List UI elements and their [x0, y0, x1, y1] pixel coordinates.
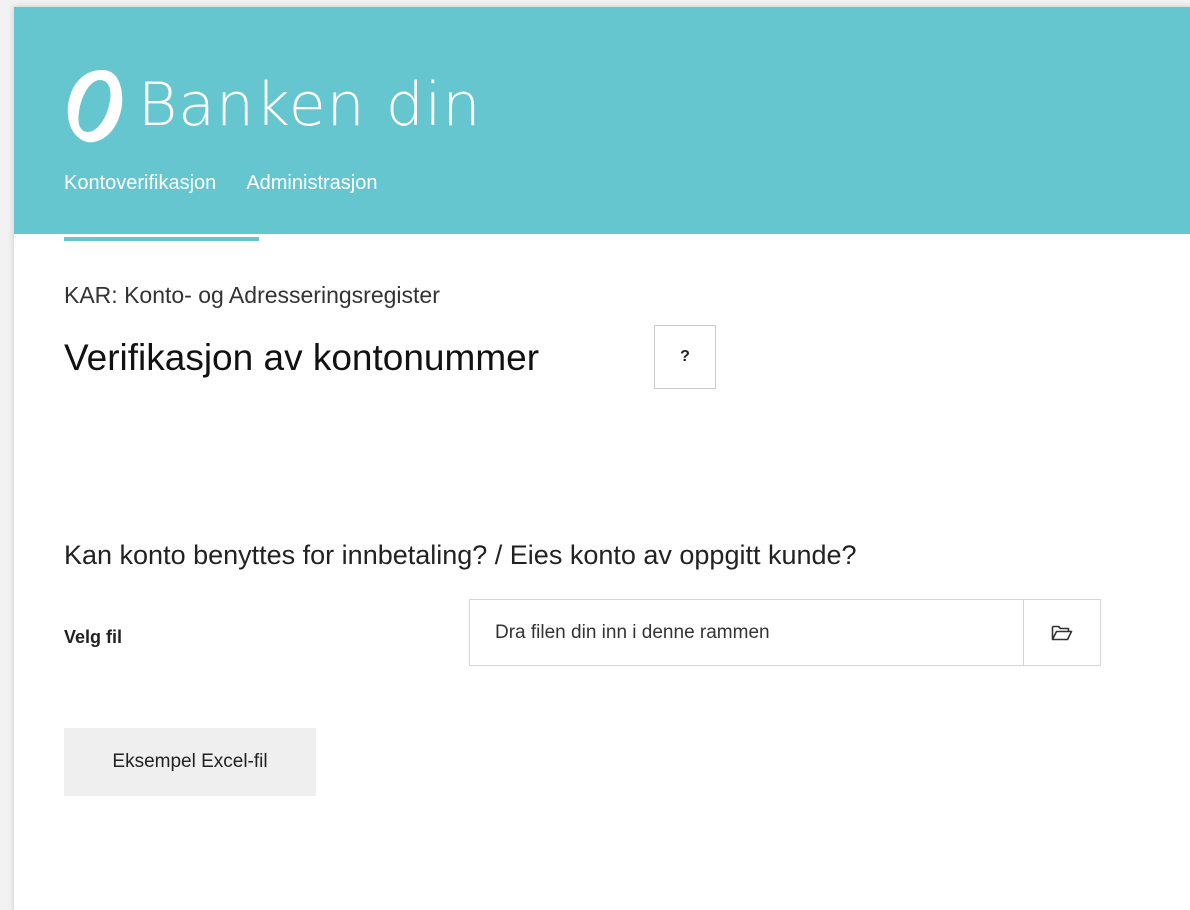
brand-name: Banken din	[138, 70, 482, 140]
upload-question: Kan konto benyttes for innbetaling? / Ei…	[64, 540, 857, 570]
example-excel-button[interactable]: Eksempel Excel-fil	[64, 728, 316, 796]
nav-item-administrasjon[interactable]: Administrasjon	[246, 172, 377, 195]
browse-file-button[interactable]	[1023, 599, 1101, 666]
page-subtitle: KAR: Konto- og Adresseringsregister	[64, 282, 440, 308]
folder-open-icon	[1051, 625, 1073, 640]
bank-logo-icon	[67, 70, 123, 143]
nav-item-kontoverifikasjon[interactable]: Kontoverifikasjon	[64, 172, 216, 195]
active-nav-indicator	[64, 237, 259, 241]
file-label: Velg fil	[64, 627, 123, 647]
page-title: Verifikasjon av kontonummer	[64, 337, 540, 378]
help-button[interactable]: ?	[654, 325, 716, 389]
logo[interactable]: Banken din	[64, 65, 482, 145]
file-drop-zone[interactable]: Dra filen din inn i denne rammen	[469, 599, 1025, 666]
header: Banken din Kontoverifikasjon Administras…	[14, 7, 1190, 234]
main-nav: Kontoverifikasjon Administrasjon	[64, 172, 377, 195]
page-container: Banken din Kontoverifikasjon Administras…	[14, 7, 1190, 910]
